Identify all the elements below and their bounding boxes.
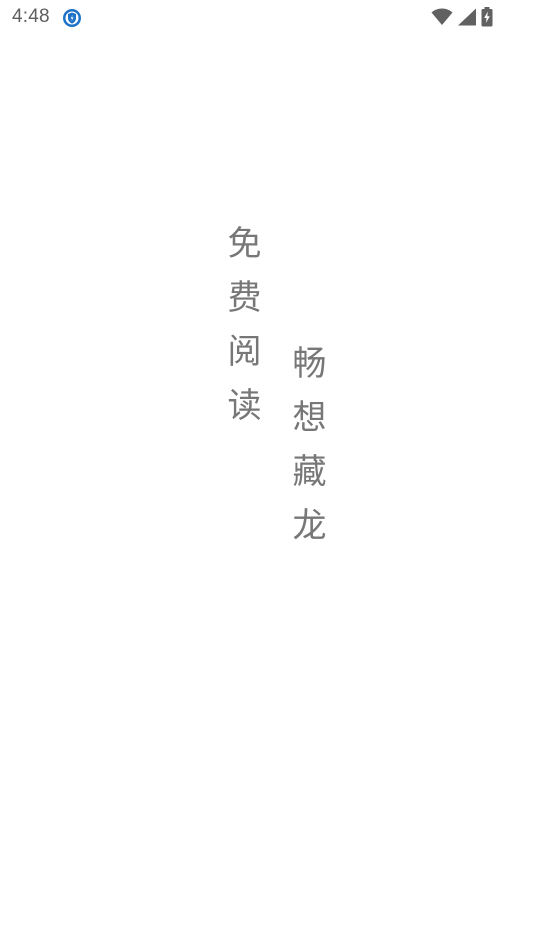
splash-content: 免费阅读 畅想藏龙 [0,0,535,951]
splash-screen: 4:48 免费阅读 畅想藏龙 [0,0,535,951]
slogan-imagine-cang-long: 畅想藏龙 [286,345,326,561]
slogan-free-reading: 免费阅读 [221,225,261,441]
